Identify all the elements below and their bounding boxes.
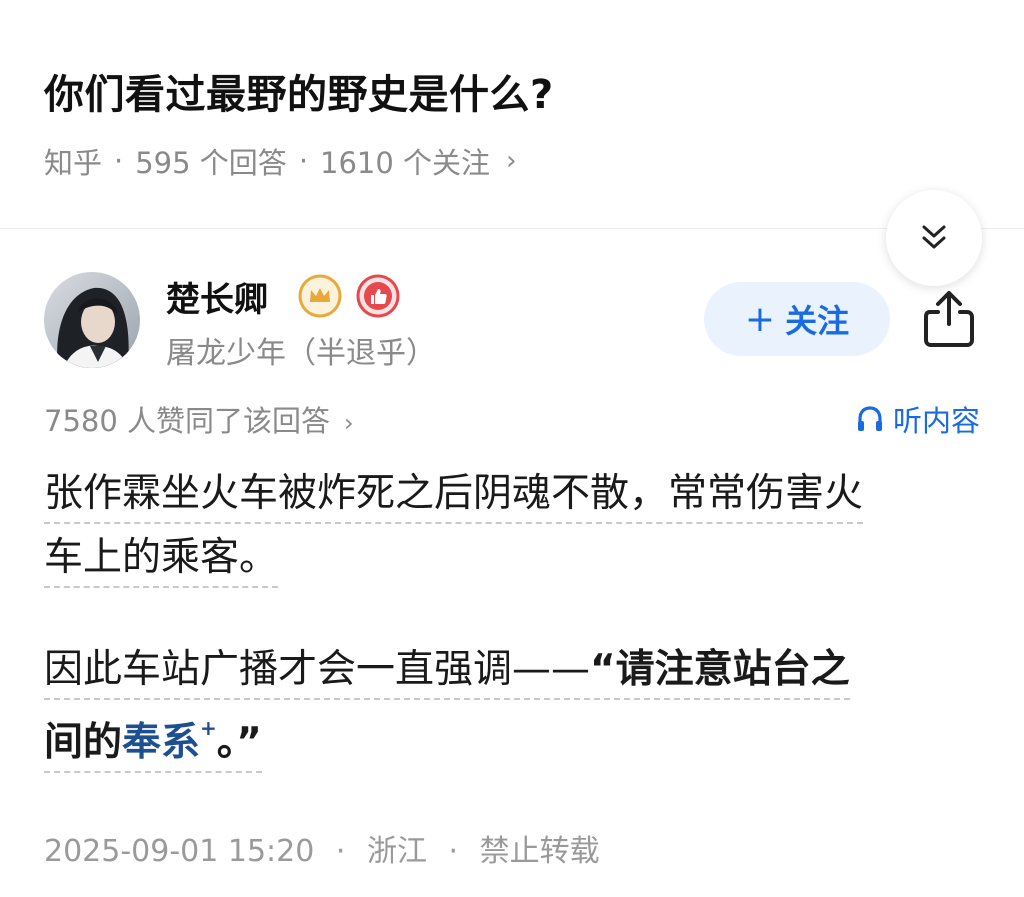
- answer-bold-text: 间的: [44, 720, 123, 765]
- keyword-text: 奉系: [122, 720, 201, 765]
- listen-label: 听内容: [892, 404, 980, 438]
- meta-separator: ·: [114, 144, 124, 178]
- headphones-icon: [857, 406, 882, 431]
- avatar[interactable]: [44, 272, 140, 368]
- question-meta[interactable]: 知乎 · 595 个回答 · 1610 个关注 ›: [44, 140, 516, 182]
- answer-bold-text: “请注意站台之: [590, 647, 850, 692]
- share-icon[interactable]: [920, 288, 978, 350]
- search-keyword-link[interactable]: 奉系+: [122, 716, 217, 765]
- collapse-button[interactable]: [886, 190, 982, 286]
- follow-button[interactable]: + 关注: [704, 282, 890, 356]
- answer-paragraph-2: 因此车站广播才会一直强调——“请注意站台之 间的奉系+。”: [44, 638, 988, 775]
- answer-bold-text: 。”: [216, 720, 262, 765]
- answer-text-line: 车上的乘客。: [44, 535, 279, 588]
- agree-count-link[interactable]: 7580 人赞同了该回答 ›: [44, 398, 354, 440]
- chevron-right-icon: ›: [344, 409, 354, 437]
- double-chevron-down-icon: [922, 225, 946, 249]
- question-title[interactable]: 你们看过最野的野史是什么?: [44, 62, 554, 120]
- answer-paragraph-1: 张作霖坐火车被炸死之后阴魂不散，常常伤害火 车上的乘客。: [44, 462, 988, 590]
- answer-text-line: 因此车站广播才会一直强调——“请注意站台之: [44, 647, 850, 700]
- answer-meta: 2025-09-01 15:20 · 浙江 · 禁止转载: [44, 826, 600, 870]
- answer-text: 因此车站广播才会一直强调——: [44, 647, 591, 692]
- meta-separator: ·: [335, 834, 346, 869]
- timestamp: 2025-09-01 15:20: [44, 834, 315, 869]
- answer-text-line: 间的奉系+。”: [44, 716, 262, 773]
- ip-location: 浙江: [366, 834, 427, 869]
- answer-count: 595 个回答: [135, 146, 287, 180]
- source-label: 知乎: [44, 146, 103, 180]
- listen-button[interactable]: 听内容: [855, 398, 980, 440]
- meta-separator: ·: [298, 144, 309, 178]
- follower-count: 1610 个关注: [320, 146, 491, 180]
- copyright-notice: 禁止转载: [479, 834, 600, 869]
- plus-icon: +: [744, 298, 776, 340]
- thumbs-up-badge-icon[interactable]: [356, 274, 400, 318]
- crown-badge-icon[interactable]: [298, 274, 342, 318]
- author-bio: 屠龙少年（半退乎）: [166, 336, 436, 371]
- sparkle-icon: +: [200, 716, 217, 740]
- meta-separator: ·: [448, 834, 459, 869]
- answer-text-line: 张作霖坐火车被炸死之后阴魂不散，常常伤害火: [44, 471, 864, 524]
- author-name[interactable]: 楚长卿: [166, 272, 268, 321]
- chevron-right-icon: ›: [506, 146, 517, 176]
- follow-label: 关注: [785, 302, 850, 340]
- divider: [0, 228, 1024, 229]
- answer-page: 你们看过最野的野史是什么? 知乎 · 595 个回答 · 1610 个关注 ›: [0, 0, 1024, 897]
- agree-count: 7580 人赞同了该回答: [44, 404, 331, 438]
